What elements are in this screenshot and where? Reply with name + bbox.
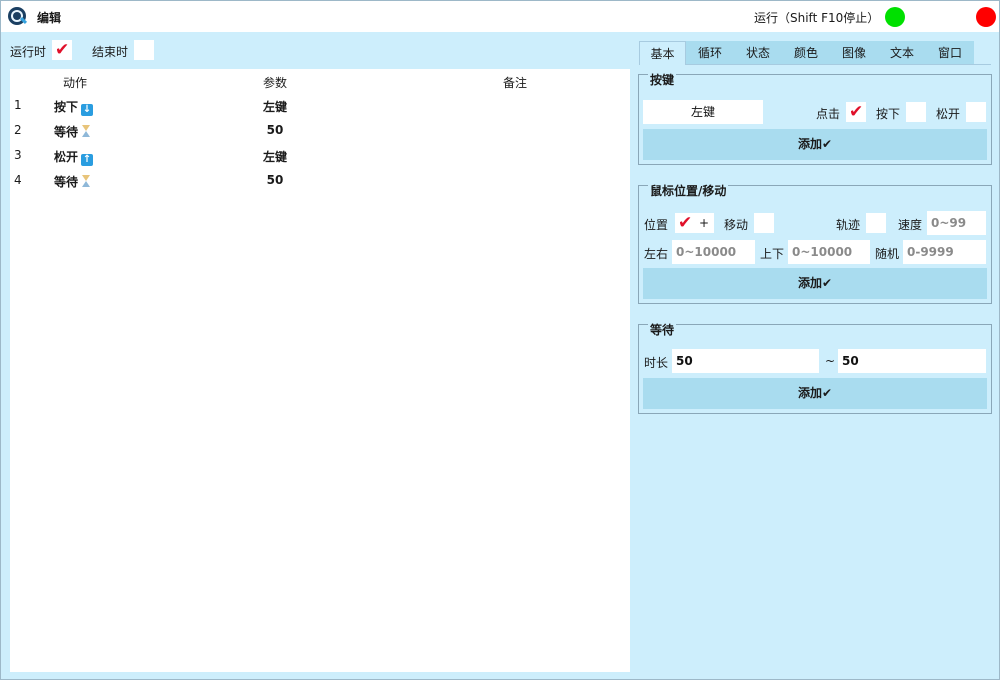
- tab-text[interactable]: 文本: [878, 41, 926, 65]
- row-index: 3: [14, 148, 22, 162]
- duration-label: 时长: [644, 356, 669, 370]
- tab-basic[interactable]: 基本: [639, 41, 686, 65]
- row-index: 2: [14, 123, 22, 137]
- row-action-text: 松开: [54, 150, 79, 164]
- run-when-checkbox[interactable]: ✔: [52, 40, 72, 60]
- key-group-title: 按键: [648, 71, 677, 88]
- key-group: 按键 左键 点击 ✔ 按下 松开 添加✔: [638, 71, 992, 165]
- row-index: 4: [14, 173, 22, 187]
- row-action: 等待: [54, 173, 91, 190]
- release-label: 松开: [936, 107, 961, 121]
- table-row[interactable]: 3 松开 ↑ 左键: [10, 143, 630, 168]
- press-checkbox[interactable]: [906, 102, 926, 122]
- random-label: 随机: [875, 247, 900, 261]
- move-checkbox[interactable]: [754, 213, 774, 233]
- tab-bar: 基本 循环 状态 颜色 图像 文本 窗口: [639, 41, 991, 65]
- run-when-label: 运行时: [10, 45, 47, 59]
- tab-image[interactable]: 图像: [830, 41, 878, 65]
- hourglass-icon: [81, 125, 91, 137]
- app-logo-icon: [8, 7, 28, 25]
- arrow-down-icon: ↓: [81, 104, 94, 116]
- tab-color[interactable]: 颜色: [782, 41, 830, 65]
- tab-state[interactable]: 状态: [734, 41, 782, 65]
- add-mouse-button[interactable]: 添加✔: [643, 268, 987, 299]
- trigger-bar: 运行时 ✔ 结束时: [1, 32, 631, 66]
- checkmark-icon: ✔: [678, 213, 693, 233]
- row-action: 等待: [54, 123, 91, 140]
- table-row[interactable]: 4 等待 50: [10, 168, 630, 193]
- tilde-separator: ~: [825, 354, 836, 368]
- end-when-checkbox[interactable]: [134, 40, 154, 60]
- speed-label: 速度: [898, 218, 923, 232]
- track-checkbox[interactable]: [866, 213, 886, 233]
- row-param: 左键: [262, 150, 287, 164]
- editor-window: 编辑 运行（Shift F10停止） 运行时 ✔ 结束时 动作 参数 备注 1 …: [0, 0, 1000, 680]
- press-label: 按下: [876, 107, 901, 121]
- column-header-action[interactable]: 动作: [63, 74, 87, 91]
- row-param: 左键: [262, 100, 287, 114]
- mouse-group: 鼠标位置/移动 位置 ✔ + 移动 轨迹 速度 0~99 左右 0~10000 上…: [638, 182, 992, 304]
- row-action: 按下 ↓: [54, 98, 94, 116]
- table-row[interactable]: 1 按下 ↓ 左键: [10, 93, 630, 118]
- row-action-text: 等待: [54, 175, 79, 189]
- row-index: 1: [14, 98, 22, 112]
- track-label: 轨迹: [836, 218, 861, 232]
- lr-input[interactable]: 0~10000: [672, 240, 755, 264]
- duration-max-input[interactable]: 50: [838, 349, 986, 373]
- table-row[interactable]: 2 等待 50: [10, 118, 630, 143]
- title-bar: 编辑 运行（Shift F10停止）: [1, 1, 999, 32]
- row-action: 松开 ↑: [54, 148, 94, 166]
- hourglass-icon: [81, 175, 91, 187]
- column-header-note[interactable]: 备注: [503, 74, 527, 91]
- arrow-up-icon: ↑: [81, 154, 94, 166]
- add-key-button[interactable]: 添加✔: [643, 129, 987, 160]
- column-header-param[interactable]: 参数: [263, 74, 287, 91]
- key-select[interactable]: 左键: [643, 100, 763, 124]
- run-indicator-button[interactable]: [885, 7, 905, 27]
- tab-loop[interactable]: 循环: [686, 41, 734, 65]
- checkmark-icon: ✔: [55, 40, 70, 60]
- checkmark-icon: ✔: [849, 102, 864, 122]
- run-status-text: 运行（Shift F10停止）: [754, 11, 880, 25]
- row-param: 50: [266, 173, 284, 187]
- close-button[interactable]: [976, 7, 996, 27]
- row-param: 50: [266, 123, 284, 137]
- click-label: 点击: [816, 107, 841, 121]
- tab-divider: [686, 64, 991, 65]
- wait-group-title: 等待: [648, 321, 677, 338]
- position-label: 位置: [644, 218, 669, 232]
- add-wait-button[interactable]: 添加✔: [643, 378, 987, 409]
- mouse-group-title: 鼠标位置/移动: [648, 182, 729, 199]
- action-list[interactable]: 动作 参数 备注 1 按下 ↓ 左键 2 等待 50 3 松开 ↑ 左键 4 等待 …: [10, 69, 630, 672]
- click-checkbox[interactable]: ✔: [846, 102, 866, 122]
- row-action-text: 按下: [54, 100, 79, 114]
- ud-label: 上下: [760, 247, 785, 261]
- window-title: 编辑: [37, 11, 62, 25]
- random-input[interactable]: 0-9999: [903, 240, 986, 264]
- end-when-label: 结束时: [92, 45, 129, 59]
- position-checkbox[interactable]: ✔ +: [675, 213, 714, 233]
- ud-input[interactable]: 0~10000: [788, 240, 870, 264]
- duration-min-input[interactable]: 50: [672, 349, 819, 373]
- lr-label: 左右: [644, 247, 669, 261]
- release-checkbox[interactable]: [966, 102, 986, 122]
- plus-label: +: [699, 216, 710, 230]
- speed-input[interactable]: 0~99: [927, 211, 986, 235]
- row-action-text: 等待: [54, 125, 79, 139]
- wait-group: 等待 时长 50 ~ 50 添加✔: [638, 321, 992, 414]
- tab-window[interactable]: 窗口: [926, 41, 974, 65]
- move-label: 移动: [724, 218, 749, 232]
